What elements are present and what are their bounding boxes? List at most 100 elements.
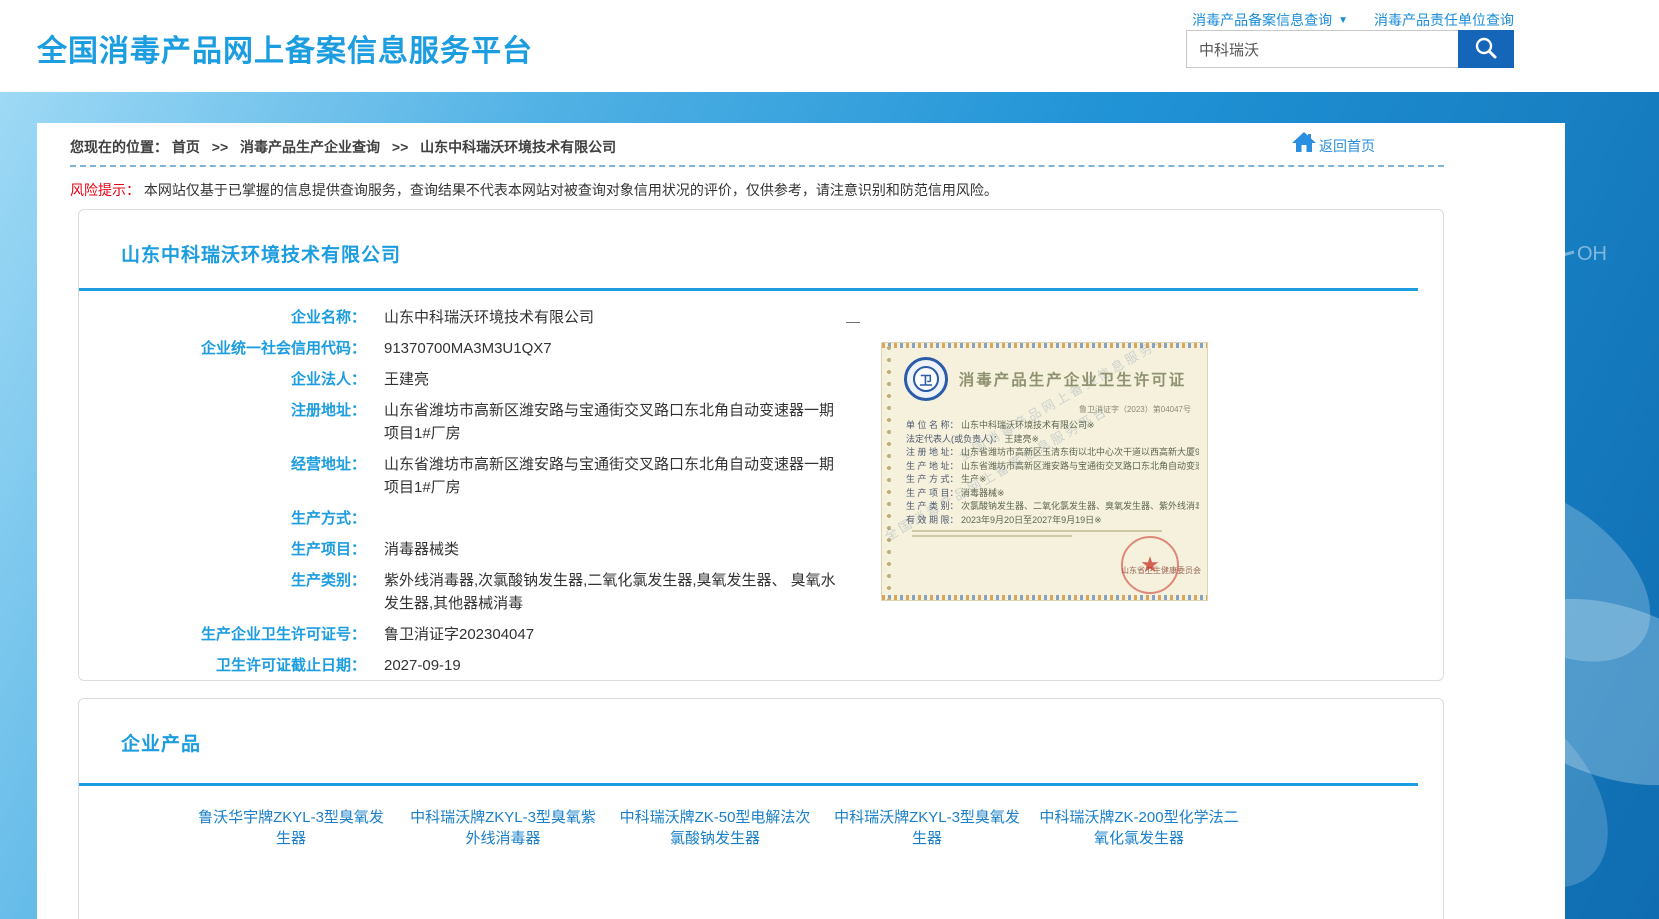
home-icon	[1291, 131, 1317, 156]
certificate-line-value: 山东中科瑞沃环境技术有限公司※	[961, 420, 1095, 430]
certificate-line-label: 有 效 期 限：	[906, 515, 959, 525]
certificate-line: 法定代表人(或负责人)： 王建亮※	[906, 433, 1199, 447]
risk-notice: 风险提示： 本网站仅基于已掌握的信息提供查询服务，查询结果不代表本网站对被查询对…	[70, 180, 998, 200]
risk-notice-text: 本网站仅基于已掌握的信息提供查询服务，查询结果不代表本网站对被查询对象信用状况的…	[144, 182, 998, 198]
note-line	[912, 535, 1072, 537]
product-link[interactable]: 中科瑞沃牌ZK-50型电解法次氯酸钠发生器	[615, 807, 815, 849]
certificate-border-pattern	[882, 595, 1207, 600]
certificate-line-value: 山东省潍坊市高新区潍安路与宝通街交叉路口东北角自动变速器一期项目1#厂房	[961, 461, 1199, 471]
nav-link-filing-info-query[interactable]: 消毒产品备案信息查询 ▼	[1192, 10, 1348, 30]
field-row: 生产企业卫生许可证号： 鲁卫消证字202304047	[79, 619, 959, 650]
field-row: 卫生许可证截止日期： 2027-09-19	[79, 650, 959, 681]
certificate-line: 生 产 方 式： 生产※	[906, 473, 1199, 487]
certificate-line-label: 生 产 方 式：	[906, 474, 959, 484]
field-row: 生产项目： 消毒器械类	[79, 534, 959, 565]
field-value: 山东省潍坊市高新区潍安路与宝通街交叉路口东北角自动变速器一期项目1#厂房	[384, 453, 846, 499]
breadcrumb-separator: >>	[212, 139, 228, 155]
page: 全国消毒产品网上备案信息服务平台 消毒产品备案信息查询 ▼ 消毒产品责任单位查询	[0, 0, 1659, 919]
certificate-header: 卫 消毒产品生产企业卫生许可证	[904, 357, 1197, 401]
product-link[interactable]: 中科瑞沃牌ZKYL-3型臭氧紫外线消毒器	[403, 807, 603, 849]
seal-star: ★	[1140, 552, 1160, 578]
license-certificate-image: 全国消毒产品网上备案信息服务平台 全国消毒产品网上备案信息服务平台 卫 消毒产品…	[881, 342, 1208, 601]
field-label: 生产企业卫生许可证号：	[79, 623, 366, 646]
certificate-binding-holes	[884, 343, 894, 600]
field-value: 消毒器械类	[384, 538, 459, 561]
field-row: 注册地址： 山东省潍坊市高新区潍安路与宝通街交叉路口东北角自动变速器一期项目1#…	[79, 395, 959, 449]
breadcrumb-current: 山东中科瑞沃环境技术有限公司	[420, 139, 616, 155]
certificate-line-value: 2023年9月20日至2027年9月19日※	[961, 515, 1102, 525]
field-row: 企业法人： 王建亮	[79, 364, 959, 395]
certificate-lines: 单 位 名 称： 山东中科瑞沃环境技术有限公司※ 法定代表人(或负责人)： 王建…	[906, 419, 1199, 527]
field-row: 企业名称： 山东中科瑞沃环境技术有限公司	[79, 302, 959, 333]
field-label: 生产方式：	[79, 507, 366, 530]
breadcrumb-separator: >>	[392, 139, 408, 155]
stray-dash: —	[846, 313, 860, 329]
search-bar	[1186, 30, 1514, 68]
search-input[interactable]	[1186, 30, 1458, 68]
certificate-line-label: 单 位 名 称：	[906, 420, 959, 430]
note-line	[912, 530, 1162, 532]
certificate-line-label: 生 产 类 别：	[906, 501, 959, 511]
certificate-line: 生 产 类 别： 次氯酸钠发生器、二氧化氯发生器、臭氧发生器、紫外线消毒器※	[906, 500, 1199, 514]
certificate-line-label: 法定代表人(或负责人)：	[906, 434, 1002, 444]
dashed-divider	[70, 165, 1444, 167]
field-label: 卫生许可证截止日期：	[79, 654, 366, 677]
search-icon	[1472, 34, 1500, 65]
certificate-line: 生 产 地 址： 山东省潍坊市高新区潍安路与宝通街交叉路口东北角自动变速器一期项…	[906, 460, 1199, 474]
search-button[interactable]	[1458, 30, 1514, 68]
field-label: 生产项目：	[79, 538, 366, 561]
nav-link-responsible-unit-query[interactable]: 消毒产品责任单位查询	[1374, 10, 1514, 30]
card-divider-line	[79, 783, 1418, 786]
field-label: 企业名称：	[79, 306, 366, 329]
field-value: 鲁卫消证字202304047	[384, 623, 534, 646]
certificate-line-value: 山东省潍坊市高新区玉清东街以北中心次干道以西高新大厦902房间※	[961, 447, 1199, 457]
field-label: 企业法人：	[79, 368, 366, 391]
certificate-line: 生 产 项 目： 消毒器械※	[906, 487, 1199, 501]
certificate-line-value: 生产※	[961, 474, 987, 484]
company-fields: 企业名称： 山东中科瑞沃环境技术有限公司 企业统一社会信用代码： 9137070…	[79, 302, 959, 681]
certificate-line-value: 王建亮※	[1005, 434, 1040, 444]
field-value: 山东省潍坊市高新区潍安路与宝通街交叉路口东北角自动变速器一期项目1#厂房	[384, 399, 846, 445]
page-background: O OH 您现在的位置： 首页 >> 消毒产品生产企业查询 >> 山东中科瑞沃环…	[0, 92, 1659, 919]
field-label: 注册地址：	[79, 399, 366, 422]
certificate-line-label: 生 产 地 址：	[906, 461, 959, 471]
company-info-card: 山东中科瑞沃环境技术有限公司 企业名称： 山东中科瑞沃环境技术有限公司 企业统一…	[78, 209, 1444, 681]
breadcrumb-enterprise-query[interactable]: 消毒产品生产企业查询	[240, 139, 380, 155]
field-value: 91370700MA3M3U1QX7	[384, 337, 552, 360]
content-panel: 您现在的位置： 首页 >> 消毒产品生产企业查询 >> 山东中科瑞沃环境技术有限…	[37, 123, 1565, 919]
header: 全国消毒产品网上备案信息服务平台 消毒产品备案信息查询 ▼ 消毒产品责任单位查询	[0, 0, 1659, 92]
products-card-title: 企业产品	[121, 729, 201, 756]
field-label: 生产类别：	[79, 569, 366, 592]
certificate-line-value: 消毒器械※	[961, 488, 1005, 498]
breadcrumb-home[interactable]: 首页	[172, 139, 200, 155]
national-emblem-icon: 卫	[904, 357, 948, 401]
nav-link-label: 消毒产品责任单位查询	[1374, 10, 1514, 30]
caret-down-icon: ▼	[1338, 15, 1348, 26]
emblem-glyph: 卫	[913, 366, 939, 392]
site-title: 全国消毒产品网上备案信息服务平台	[37, 26, 533, 70]
nav-link-label: 消毒产品备案信息查询	[1192, 10, 1332, 30]
product-link[interactable]: 中科瑞沃牌ZKYL-3型臭氧发生器	[827, 807, 1027, 849]
field-row: 企业统一社会信用代码： 91370700MA3M3U1QX7	[79, 333, 959, 364]
risk-notice-label: 风险提示：	[70, 182, 140, 198]
product-link[interactable]: 鲁沃华宇牌ZKYL-3型臭氧发生器	[191, 807, 391, 849]
field-row: 生产方式：	[79, 503, 959, 534]
certificate-line-value: 次氯酸钠发生器、二氧化氯发生器、臭氧发生器、紫外线消毒器※	[961, 501, 1199, 511]
field-row: 经营地址： 山东省潍坊市高新区潍安路与宝通街交叉路口东北角自动变速器一期项目1#…	[79, 449, 959, 503]
card-divider-line	[79, 288, 1418, 291]
field-value: 紫外线消毒器,次氯酸钠发生器,二氧化氯发生器,臭氧发生器、 臭氧水发生器,其他器…	[384, 569, 846, 615]
certificate-line: 单 位 名 称： 山东中科瑞沃环境技术有限公司※	[906, 419, 1199, 433]
certificate-line-label: 生 产 项 目：	[906, 488, 959, 498]
field-label: 企业统一社会信用代码：	[79, 337, 366, 360]
breadcrumb-prefix: 您现在的位置：	[70, 139, 168, 155]
certificate-line: 注 册 地 址： 山东省潍坊市高新区玉清东街以北中心次干道以西高新大厦902房间…	[906, 446, 1199, 460]
breadcrumb: 您现在的位置： 首页 >> 消毒产品生产企业查询 >> 山东中科瑞沃环境技术有限…	[70, 137, 616, 157]
field-row: 生产类别： 紫外线消毒器,次氯酸钠发生器,二氧化氯发生器,臭氧发生器、 臭氧水发…	[79, 565, 959, 619]
field-value: 山东中科瑞沃环境技术有限公司	[384, 306, 594, 329]
back-home-link[interactable]: 返回首页	[1291, 131, 1375, 156]
product-link[interactable]: 中科瑞沃牌ZK-200型化学法二氧化氯发生器	[1039, 807, 1239, 849]
certificate-title: 消毒产品生产企业卫生许可证	[948, 368, 1197, 390]
certificate-line: 有 效 期 限： 2023年9月20日至2027年9月19日※	[906, 514, 1199, 528]
certificate-note	[912, 530, 1207, 537]
certificate-number: 鲁卫消证字（2023）第04047号	[882, 404, 1191, 415]
